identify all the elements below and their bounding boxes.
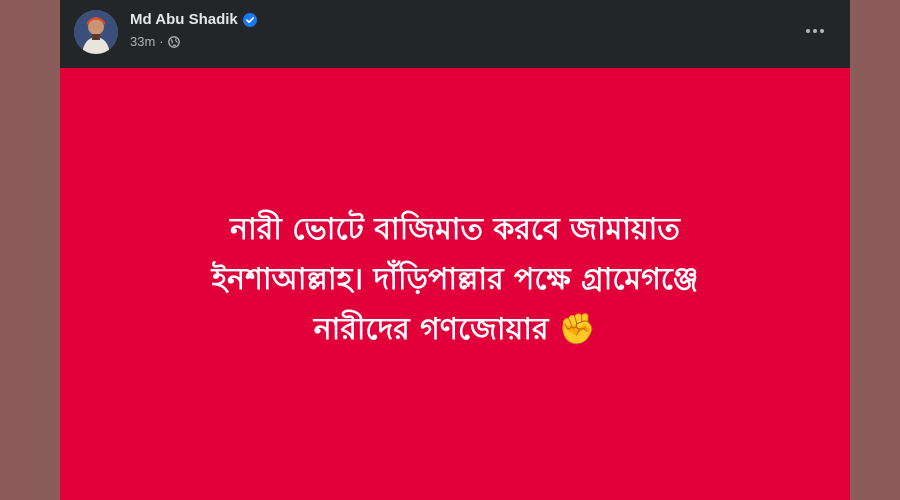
author-name[interactable]: Md Abu Shadik xyxy=(130,11,238,29)
post-text-line: নারীদের গণজোয়ার ✊ xyxy=(313,312,597,347)
post-header: Md Abu Shadik 33m · xyxy=(60,0,850,68)
page-background: Md Abu Shadik 33m · নারী ভোটে বাজিমাত কর… xyxy=(0,0,900,500)
post-text: নারী ভোটে বাজিমাত করবে জামায়াত ইনশাআল্ল… xyxy=(105,205,805,355)
post-text-line: নারী ভোটে বাজিমাত করবে জামায়াত xyxy=(230,212,680,247)
more-dot xyxy=(806,29,810,33)
more-options-button[interactable] xyxy=(800,18,830,44)
author-row: Md Abu Shadik xyxy=(130,11,257,29)
post-timestamp[interactable]: 33m xyxy=(130,34,155,49)
author-avatar[interactable] xyxy=(74,10,118,54)
globe-icon[interactable] xyxy=(167,35,180,48)
meta-separator: · xyxy=(159,34,164,49)
avatar-image xyxy=(74,10,118,54)
more-dot xyxy=(820,29,824,33)
post-text-line: ইনশাআল্লাহ। দাঁড়িপাল্লার পক্ষে গ্রামেগঞ… xyxy=(211,262,699,297)
post-text-background: নারী ভোটে বাজিমাত করবে জামায়াত ইনশাআল্ল… xyxy=(60,68,850,500)
facebook-post-card: Md Abu Shadik 33m · নারী ভোটে বাজিমাত কর… xyxy=(60,0,850,500)
verified-badge-icon xyxy=(242,13,257,27)
post-meta: 33m · xyxy=(130,34,180,49)
more-dot xyxy=(813,29,817,33)
